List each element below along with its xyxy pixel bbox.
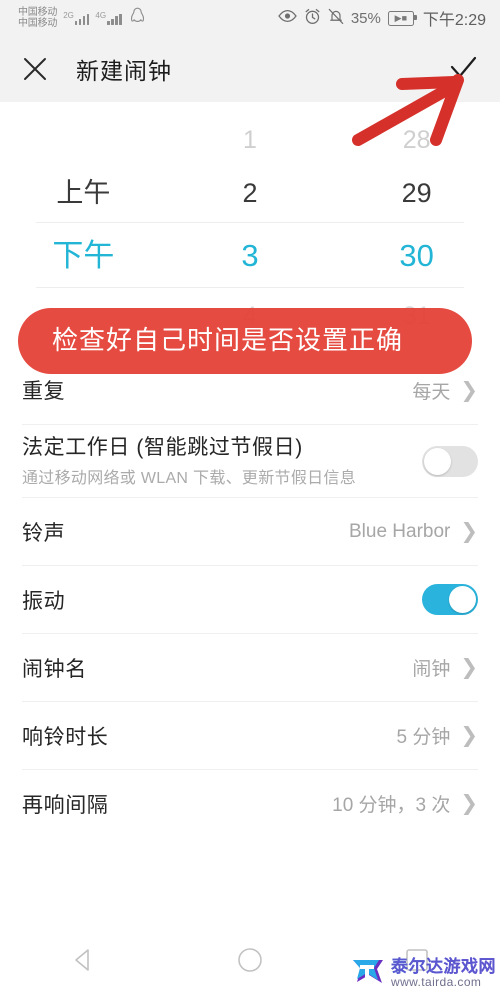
setting-label-vibrate: 振动 — [22, 589, 66, 613]
toggle-knob — [424, 447, 451, 475]
network-type-2: 4G — [95, 11, 107, 20]
setting-row-workday[interactable]: 法定工作日 (智能跳过节假日) 通过移动网络或 WLAN 下载、更新节假日信息 — [22, 424, 478, 497]
setting-row-vibrate[interactable]: 振动 — [22, 565, 478, 633]
setting-value-snooze-interval: 10 分钟，3 次 — [332, 795, 451, 816]
setting-row-ring-duration[interactable]: 响铃时长 5 分钟 ❯ — [22, 701, 478, 769]
setting-labels-alarm-name: 闹钟名 — [22, 653, 412, 683]
watermark-site-url: www.tairda.com — [391, 975, 482, 990]
page-title: 新建闹钟 — [76, 58, 172, 84]
picker-hour-above[interactable]: 2 — [167, 179, 334, 207]
alarm-clock-icon — [304, 8, 321, 29]
home-circle-icon[interactable] — [236, 946, 264, 979]
toggle-knob — [449, 586, 476, 613]
picker-minute-prev[interactable]: 28 — [333, 127, 500, 153]
battery-charging-icon: ▶■ — [387, 10, 417, 26]
toggle-workday[interactable] — [422, 445, 478, 477]
status-bar-clock: 下午2:29 — [422, 12, 486, 29]
setting-value-alarm-name: 闹钟 — [412, 659, 451, 680]
picker-row-selected[interactable]: 下午 3 30 — [0, 223, 500, 287]
picker-minute-selected[interactable]: 30 — [333, 240, 500, 271]
picker-hour-prev[interactable]: 1 — [167, 127, 334, 153]
setting-label-ring-duration: 响铃时长 — [22, 725, 109, 749]
site-watermark: 泰尔达游戏网 www.tairda.com — [350, 953, 496, 994]
picker-row-previous[interactable]: 1 28 — [0, 116, 500, 164]
back-triangle-icon[interactable] — [69, 946, 97, 979]
watermark-logo-icon — [350, 953, 386, 994]
check-icon[interactable] — [448, 54, 478, 84]
chevron-right-icon: ❯ — [460, 792, 478, 815]
setting-label-repeat: 重复 — [22, 380, 66, 403]
signal-group-2: 4G — [95, 11, 122, 25]
signal-bars-icon-2 — [107, 12, 122, 25]
annotation-banner: 检查好自己时间是否设置正确 — [18, 308, 472, 374]
qq-penguin-icon — [130, 7, 145, 29]
setting-row-alarm-name[interactable]: 闹钟名 闹钟 ❯ — [22, 633, 478, 701]
chevron-right-icon: ❯ — [460, 378, 478, 402]
phone-screen: 中国移动 中国移动 2G 4G 35% ▶■ 下午2:29 新建闹钟 1 28 … — [0, 0, 500, 1000]
watermark-text: 泰尔达游戏网 www.tairda.com — [391, 958, 496, 988]
setting-label-snooze-interval: 再响间隔 — [22, 793, 109, 817]
status-bar-right: 35% ▶■ 下午2:29 — [278, 6, 486, 30]
setting-label-workday: 法定工作日 (智能跳过节假日) — [22, 436, 303, 459]
status-bar: 中国移动 中国移动 2G 4G 35% ▶■ 下午2:29 — [0, 0, 500, 36]
chevron-right-icon: ❯ — [460, 656, 478, 679]
chevron-right-icon: ❯ — [460, 724, 478, 747]
signal-bars-icon-1 — [74, 12, 90, 25]
setting-labels-workday: 法定工作日 (智能跳过节假日) 通过移动网络或 WLAN 下载、更新节假日信息 — [22, 431, 422, 491]
carrier-2: 中国移动 — [18, 18, 58, 29]
watermark-site-name: 泰尔达游戏网 — [391, 957, 496, 977]
picker-minute-above[interactable]: 29 — [333, 179, 500, 207]
setting-labels-repeat: 重复 — [22, 375, 412, 405]
alarm-settings-list: 重复 每天 ❯ 法定工作日 (智能跳过节假日) 通过移动网络或 WLAN 下载、… — [0, 344, 500, 924]
eye-icon — [278, 9, 297, 27]
picker-row-above[interactable]: 上午 2 29 — [0, 164, 500, 222]
bell-muted-icon — [328, 8, 344, 29]
setting-labels-ring-duration: 响铃时长 — [22, 721, 397, 751]
status-bar-left: 中国移动 中国移动 2G 4G — [18, 7, 145, 29]
battery-percent: 35% — [350, 9, 381, 27]
picker-meridiem-above[interactable]: 上午 — [0, 179, 167, 207]
carrier-labels: 中国移动 中国移动 — [18, 7, 57, 29]
picker-meridiem-selected[interactable]: 下午 — [0, 240, 167, 271]
setting-labels-snooze-interval: 再响间隔 — [22, 789, 332, 819]
system-nav-bar: 泰尔达游戏网 www.tairda.com — [0, 924, 500, 1000]
picker-hour-selected[interactable]: 3 — [167, 240, 334, 271]
app-bar: 新建闹钟 — [0, 36, 500, 102]
setting-labels-ringtone: 铃声 — [22, 517, 349, 547]
setting-labels-vibrate: 振动 — [22, 585, 422, 615]
setting-row-snooze-interval[interactable]: 再响间隔 10 分钟，3 次 ❯ — [22, 769, 478, 837]
setting-subtitle-workday: 通过移动网络或 WLAN 下载、更新节假日信息 — [22, 470, 357, 487]
network-type-1: 2G — [63, 11, 74, 20]
toggle-vibrate[interactable] — [422, 584, 478, 615]
setting-row-ringtone[interactable]: 铃声 Blue Harbor ❯ — [22, 497, 478, 565]
setting-label-alarm-name: 闹钟名 — [22, 657, 87, 681]
setting-value-ringtone: Blue Harbor — [349, 520, 451, 542]
setting-value-ring-duration: 5 分钟 — [396, 727, 451, 748]
setting-label-ringtone: 铃声 — [22, 521, 66, 545]
carrier-1: 中国移动 — [18, 7, 58, 18]
close-icon[interactable] — [22, 56, 48, 82]
signal-group-1: 2G — [63, 11, 90, 25]
chevron-right-icon: ❯ — [460, 520, 478, 543]
setting-value-repeat: 每天 — [412, 381, 451, 403]
